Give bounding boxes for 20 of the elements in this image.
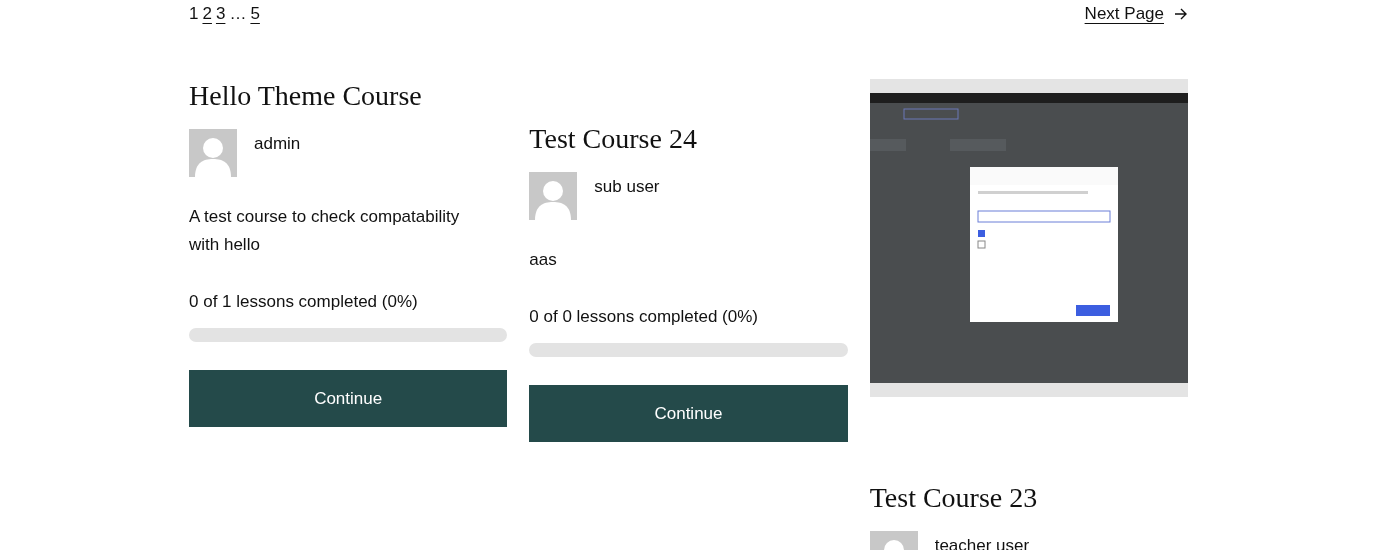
page-link[interactable]: 2 bbox=[202, 1, 212, 27]
course-title[interactable]: Hello Theme Course bbox=[189, 79, 508, 113]
author-name: sub user bbox=[594, 176, 660, 198]
course-title[interactable]: Test Course 23 bbox=[869, 481, 1188, 515]
pagination-ellipsis: … bbox=[229, 3, 247, 26]
course-title[interactable]: Test Course 24 bbox=[529, 122, 848, 156]
avatar-icon bbox=[529, 172, 578, 220]
continue-button[interactable]: Continue bbox=[529, 385, 848, 442]
page-link[interactable]: 5 bbox=[250, 1, 260, 27]
author-name: admin bbox=[254, 133, 301, 155]
page-link[interactable]: 1 bbox=[189, 1, 199, 27]
progress-text: 0 of 1 lessons completed (0%) bbox=[189, 291, 419, 313]
course-description: A test course to check compatability with hello bbox=[189, 206, 461, 256]
next-page-link[interactable]: Next Page bbox=[1084, 1, 1188, 27]
course-description: aas bbox=[529, 249, 558, 271]
arrow-right-icon bbox=[1174, 8, 1188, 20]
avatar-icon bbox=[189, 129, 237, 177]
page-link[interactable]: 3 bbox=[215, 1, 226, 27]
continue-button[interactable]: Continue bbox=[189, 370, 508, 427]
progress-text: 0 of 0 lessons completed (0%) bbox=[529, 306, 759, 328]
